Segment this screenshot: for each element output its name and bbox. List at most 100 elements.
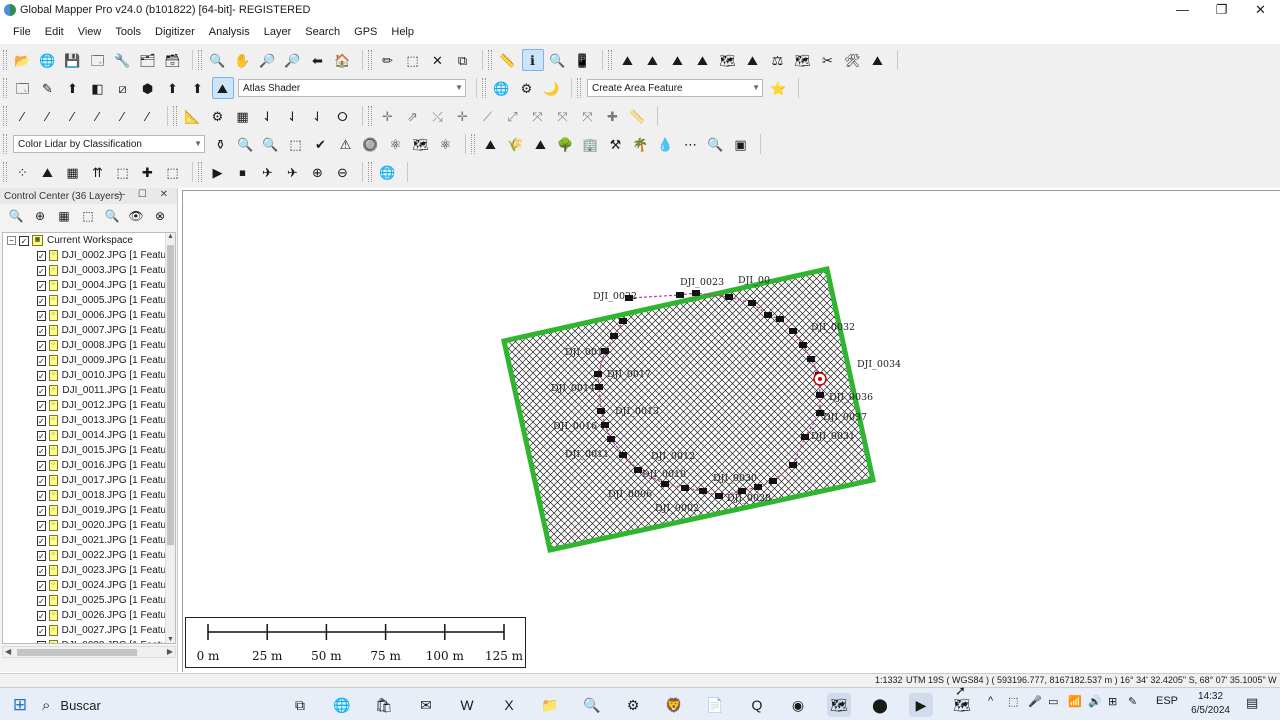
layer-row[interactable]: ✓⁘ DJI_0028.JPG [1 Feature bbox=[3, 638, 175, 643]
toolbar-grip[interactable] bbox=[368, 106, 372, 126]
lidar-tool-6-icon[interactable]: ⚠ bbox=[335, 133, 357, 155]
layer-tool-8-icon[interactable]: ⬆ bbox=[187, 77, 209, 99]
layer-tool-7-icon[interactable]: ⬆ bbox=[162, 77, 184, 99]
layer-row[interactable]: ✓ ⁘ DJI_0014.JPG [1 Feature bbox=[3, 428, 175, 443]
line-tool-6-icon[interactable]: ⁄ bbox=[137, 105, 159, 127]
layer-row[interactable]: ✓ ⁘ DJI_0017.JPG [1 Feature bbox=[3, 473, 175, 488]
photo-point-marker[interactable] bbox=[634, 467, 642, 473]
pointcloud-tool-4-icon[interactable]: ⇈ bbox=[87, 161, 109, 183]
scroll-up-icon[interactable]: ▲ bbox=[167, 233, 174, 240]
checkbox-icon[interactable]: ✓ bbox=[37, 580, 46, 591]
render-tool-3-icon[interactable]: 🌙 bbox=[541, 77, 563, 99]
analysis-tool-3-icon[interactable]: ⛰ bbox=[667, 49, 689, 71]
checkbox-icon[interactable]: ✓ bbox=[37, 310, 46, 321]
classify-tool-10-icon[interactable]: 🔍 bbox=[705, 133, 727, 155]
layer-row[interactable]: ✓ ⁘ DJI_0018.JPG [1 Feature bbox=[3, 488, 175, 503]
photo-point-marker[interactable] bbox=[595, 384, 603, 390]
checkbox-icon[interactable]: ✓ bbox=[19, 235, 29, 246]
taskbar-clock[interactable]: 14:32 6/5/2024 bbox=[1191, 690, 1230, 718]
fly-tool-2-icon[interactable]: ⏹ bbox=[232, 161, 254, 183]
checkbox-icon[interactable]: ✓ bbox=[37, 640, 46, 643]
file-tool-6-icon[interactable]: 🗂 bbox=[137, 49, 159, 71]
taskbar-settings-icon[interactable]: ⚙ bbox=[621, 693, 645, 717]
toolbar-grip[interactable] bbox=[471, 134, 475, 154]
checkbox-icon[interactable]: ✓ bbox=[37, 520, 46, 531]
layer-tree-hscrollbar[interactable]: ◀ ▶ bbox=[2, 646, 176, 658]
digitize-tool-2-icon[interactable]: ⬚ bbox=[402, 49, 424, 71]
layer-tree-scrollbar[interactable]: ▲ ▼ bbox=[165, 233, 175, 643]
layer-row[interactable]: ✓ ⁘ DJI_0009.JPG [1 Feature bbox=[3, 353, 175, 368]
photo-point-marker[interactable] bbox=[725, 294, 733, 300]
pointcloud-tool-3-icon[interactable]: ▦ bbox=[62, 161, 84, 183]
edit-tool-3-icon[interactable]: ▦ bbox=[232, 105, 254, 127]
language-indicator[interactable]: ESP bbox=[1156, 695, 1178, 707]
lidar-tool-7-icon[interactable]: 🔘 bbox=[360, 133, 382, 155]
analysis-tool-10-icon[interactable]: 🛠 bbox=[842, 49, 864, 71]
classify-tool-5-icon[interactable]: 🏢 bbox=[580, 133, 602, 155]
dropbox-icon[interactable]: ⊞ bbox=[1108, 695, 1117, 708]
layer-row[interactable]: ✓ ⁘ DJI_0010.JPG [1 Feature bbox=[3, 368, 175, 383]
layer-row[interactable]: ✓ ⁘ DJI_0011.JPG [1 Feature bbox=[3, 383, 175, 398]
menu-help[interactable]: Help bbox=[391, 26, 414, 38]
analysis-tool-8-icon[interactable]: 🗺 bbox=[792, 49, 814, 71]
vertex-tool-1-icon[interactable]: ✛ bbox=[377, 105, 399, 127]
layer-row[interactable]: ✓ ⁘ DJI_0027.JPG [1 Feature bbox=[3, 623, 175, 638]
analysis-tool-7-icon[interactable]: ⚖ bbox=[767, 49, 789, 71]
view-tool-6-icon[interactable]: 🏠 bbox=[332, 49, 354, 71]
file-tool-7-icon[interactable]: 🗃 bbox=[162, 49, 184, 71]
scroll-down-icon[interactable]: ▼ bbox=[167, 636, 174, 643]
checkbox-icon[interactable]: ✓ bbox=[37, 460, 46, 471]
file-tool-4-icon[interactable]: 🗔 bbox=[87, 49, 109, 71]
layer-row[interactable]: ✓ ⁘ DJI_0005.JPG [1 Feature bbox=[3, 293, 175, 308]
taskbar-app-icon[interactable]: ⬤ bbox=[868, 693, 892, 717]
layer-panel-tool-1-icon[interactable]: 🔍 bbox=[6, 206, 26, 226]
create-feature-select[interactable]: Create Area Feature ▼ bbox=[587, 79, 763, 97]
classify-tool-3-icon[interactable]: ⛰ bbox=[530, 133, 552, 155]
checkbox-icon[interactable]: ✓ bbox=[37, 400, 46, 411]
wifi-icon[interactable]: 📶 bbox=[1068, 695, 1082, 708]
layer-tool-1-icon[interactable]: 🗔 bbox=[12, 77, 34, 99]
photo-point-marker[interactable] bbox=[601, 422, 609, 428]
toolbar-grip[interactable] bbox=[3, 78, 7, 98]
photo-point-marker[interactable] bbox=[597, 408, 605, 414]
photo-point-marker[interactable] bbox=[619, 318, 627, 324]
taskbar-word-icon[interactable]: W bbox=[455, 693, 479, 717]
checkbox-icon[interactable]: ✓ bbox=[37, 280, 46, 291]
render-tool-2-icon[interactable]: ⚙ bbox=[516, 77, 538, 99]
classify-tool-7-icon[interactable]: 🌴 bbox=[630, 133, 652, 155]
toolbar-grip[interactable] bbox=[368, 50, 372, 70]
checkbox-icon[interactable]: ✓ bbox=[37, 490, 46, 501]
file-tool-2-icon[interactable]: 🌐 bbox=[37, 49, 59, 71]
taskbar-task-view-icon[interactable]: ⧉ bbox=[288, 693, 312, 717]
photo-point-marker[interactable] bbox=[807, 356, 815, 362]
photo-point-marker[interactable] bbox=[715, 493, 723, 499]
line-tool-2-icon[interactable]: ⁄ bbox=[37, 105, 59, 127]
photo-point-marker[interactable] bbox=[607, 436, 615, 442]
menu-digitizer[interactable]: Digitizer bbox=[155, 26, 195, 38]
toolbar-grip[interactable] bbox=[3, 134, 7, 154]
view-tool-3-icon[interactable]: 🔎 bbox=[257, 49, 279, 71]
photo-point-marker[interactable] bbox=[681, 485, 689, 491]
view-tool-1-icon[interactable]: 🔍 bbox=[207, 49, 229, 71]
vertex-tool-5-icon[interactable]: ⟋ bbox=[477, 105, 499, 127]
checkbox-icon[interactable]: ✓ bbox=[37, 265, 46, 276]
fly-tool-5-icon[interactable]: ⊕ bbox=[307, 161, 329, 183]
lidar-tool-1-icon[interactable]: ⚱ bbox=[210, 133, 232, 155]
analysis-tool-11-icon[interactable]: ⛰ bbox=[867, 49, 889, 71]
lidar-tool-4-icon[interactable]: ⬚ bbox=[285, 133, 307, 155]
checkbox-icon[interactable]: ✓ bbox=[37, 475, 46, 486]
line-tool-5-icon[interactable]: ⁄ bbox=[112, 105, 134, 127]
file-tool-1-icon[interactable]: 📂 bbox=[12, 49, 34, 71]
taskbar-global-mapper-icon[interactable]: 🗺 bbox=[827, 693, 851, 717]
checkbox-icon[interactable]: ✓ bbox=[37, 340, 46, 351]
classify-tool-6-icon[interactable]: ⚒ bbox=[605, 133, 627, 155]
classify-tool-11-icon[interactable]: ▣ bbox=[730, 133, 752, 155]
taskbar-notepad-icon[interactable]: 📄 bbox=[703, 693, 727, 717]
layer-row[interactable]: ✓ ⁘ DJI_0007.JPG [1 Feature bbox=[3, 323, 175, 338]
photo-point-marker[interactable] bbox=[619, 452, 627, 458]
toolbar-grip[interactable] bbox=[368, 162, 372, 182]
vertex-tool-2-icon[interactable]: ⇗ bbox=[402, 105, 424, 127]
photo-point-marker[interactable] bbox=[776, 316, 784, 322]
layer-row[interactable]: ✓ ⁘ DJI_0013.JPG [1 Feature bbox=[3, 413, 175, 428]
analysis-tool-4-icon[interactable]: ⛰ bbox=[692, 49, 714, 71]
